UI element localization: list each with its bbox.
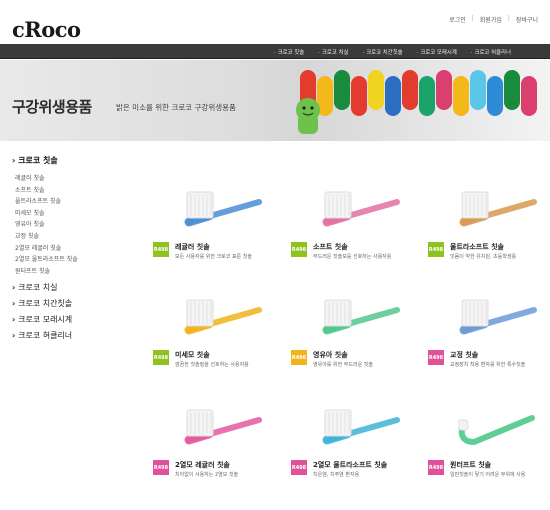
toothbrush-image <box>458 415 535 446</box>
sidebar-item-soft[interactable]: 소프트 칫솔 <box>12 185 132 197</box>
sidebar: 크로코 칫솔 레귤러 칫솔 소프트 칫솔 울트라소프트 칫솔 미세모 칫솔 영유… <box>12 155 132 341</box>
sidebar-item-orthodontic[interactable]: 교정 칫솔 <box>12 231 132 243</box>
product-code-badge: R498 <box>291 350 307 365</box>
util-separator: | <box>471 15 474 22</box>
banner-brush-handle <box>504 70 520 110</box>
product-code-badge: R498 <box>153 242 169 257</box>
banner-brush-handle <box>453 76 469 116</box>
product-code-badge: R498 <box>428 242 444 257</box>
site-logo[interactable]: cRoco <box>12 17 81 42</box>
sidebar-item-infant[interactable]: 영유아 칫솔 <box>12 219 132 231</box>
product-description: 일반칫솔이 닿기 어려운 부위에 사용 <box>450 472 526 478</box>
banner-brush-handle <box>385 76 401 116</box>
sidebar-title-toothbrush[interactable]: 크로코 칫솔 <box>12 155 132 166</box>
product-code-badge: R498 <box>153 460 169 475</box>
product-code-badge: R498 <box>428 460 444 475</box>
sidebar-item-fine[interactable]: 미세모 칫솔 <box>12 208 132 220</box>
main-nav: 크로코 칫솔 크로코 치실 크로코 치간칫솔 크로코 모래시계 크로코 혀클리너 <box>0 44 550 59</box>
toothbrush-image <box>459 299 537 335</box>
toothbrush-image <box>322 191 400 227</box>
banner-brush-handle <box>419 76 435 116</box>
product-name[interactable]: 2열모 울트라소프트 칫솔 <box>313 460 387 470</box>
sidebar-item-ultrasoft[interactable]: 울트라소프트 칫솔 <box>12 196 132 208</box>
cart-link[interactable]: 장바구니 <box>516 15 538 24</box>
product-name[interactable]: 미세모 칫솔 <box>175 350 210 360</box>
util-separator: | <box>507 15 510 22</box>
product-description: 영유아를 위한 부드러운 칫솔 <box>313 362 373 368</box>
banner-brush-handle <box>351 76 367 116</box>
banner-subtitle: 밝은 미소를 위한 크로코 구강위생용품 <box>116 103 236 112</box>
product-description: 치은염, 치주염 환자용 <box>313 472 360 478</box>
nav-item-toothbrush[interactable]: 크로코 칫솔 <box>274 48 305 56</box>
banner-brush-handle <box>521 76 537 116</box>
product-description: 잇몸이 약한 유치원, 초등학생용 <box>450 254 517 260</box>
product-card[interactable]: R498 2열모 레귤러 칫솔치아없이 사용하는 2열모 칫솔 <box>153 398 283 498</box>
login-link[interactable]: 로그인 <box>449 15 466 24</box>
product-description: 모든 사용자를 위한 크로코 표준 칫솔 <box>175 254 252 260</box>
product-card[interactable]: R498 2열모 울트라소프트 칫솔치은염, 치주염 환자용 <box>291 398 421 498</box>
sidebar-item-2row-regular[interactable]: 2열모 레귤러 칫솔 <box>12 243 132 255</box>
product-description: 부드러운 칫솔모를 선호하는 사용자용 <box>313 254 392 260</box>
product-name[interactable]: 영유아 칫솔 <box>313 350 348 360</box>
hero-banner: 구강위생용품 밝은 미소를 위한 크로코 구강위생용품 <box>0 60 550 141</box>
banner-brush-handle <box>334 70 350 110</box>
product-name[interactable]: 레귤러 칫솔 <box>175 242 210 252</box>
product-name[interactable]: 소프트 칫솔 <box>313 242 348 252</box>
sidebar-cat-hourglass[interactable]: 크로코 모래시계 <box>12 315 132 325</box>
product-card[interactable]: R498 미세모 칫솔깜끔한 칫솔질을 선호하는 사용자용 <box>153 288 283 388</box>
banner-brush-handle <box>368 70 384 110</box>
toothbrush-image <box>184 191 262 227</box>
product-code-badge: R498 <box>428 350 444 365</box>
toothbrush-image <box>184 409 262 445</box>
product-card[interactable]: R498 원터프트 칫솔일반칫솔이 닿기 어려운 부위에 사용 <box>428 398 550 498</box>
product-card[interactable]: R498 교정 칫솔교정장치 착용 환자를 위한 특수칫솔 <box>428 288 550 388</box>
sidebar-item-2row-ultrasoft[interactable]: 2열모 울트라소프트 칫솔 <box>12 254 132 266</box>
product-code-badge: R498 <box>291 460 307 475</box>
product-name[interactable]: 교정 칫솔 <box>450 350 478 360</box>
sidebar-cat-interdental[interactable]: 크로코 치간칫솔 <box>12 299 132 309</box>
sidebar-item-regular[interactable]: 레귤러 칫솔 <box>12 173 132 185</box>
sidebar-cat-tongue-cleaner[interactable]: 크로코 혀클리너 <box>12 331 132 341</box>
product-card[interactable]: R498 영유아 칫솔영유아를 위한 부드러운 칫솔 <box>291 288 421 388</box>
product-card[interactable]: R498 소프트 칫솔부드러운 칫솔모를 선호하는 사용자용 <box>291 180 421 280</box>
sidebar-cat-floss[interactable]: 크로코 치실 <box>12 283 132 293</box>
signup-link[interactable]: 회원가입 <box>480 15 502 24</box>
product-code-badge: R498 <box>291 242 307 257</box>
nav-item-floss[interactable]: 크로코 치실 <box>318 48 349 56</box>
product-name[interactable]: 2열모 레귤러 칫솔 <box>175 460 230 470</box>
banner-brush-handle <box>402 70 418 110</box>
nav-item-hourglass[interactable]: 크로코 모래시계 <box>417 48 456 56</box>
sidebar-item-onetuft[interactable]: 원터프트 칫솔 <box>12 266 132 278</box>
product-card[interactable]: R498 레귤러 칫솔모든 사용자를 위한 크로코 표준 칫솔 <box>153 180 283 280</box>
toothbrush-image <box>322 409 400 445</box>
banner-toothbrushes-image <box>300 70 550 132</box>
product-description: 깜끔한 칫솔질을 선호하는 사용자용 <box>175 362 249 368</box>
product-code-badge: R498 <box>153 350 169 365</box>
nav-item-tongue-cleaner[interactable]: 크로코 혀클리너 <box>471 48 511 56</box>
product-name[interactable]: 울트라소프트 칫솔 <box>450 242 504 252</box>
banner-brush-handle <box>470 70 486 110</box>
toothbrush-image <box>184 299 262 335</box>
mascot-image <box>296 98 320 134</box>
utility-menu: 로그인 | 회원가입 | 장바구니 <box>449 15 538 24</box>
product-description: 치아없이 사용하는 2열모 칫솔 <box>175 472 239 478</box>
banner-brush-handle <box>436 70 452 110</box>
nav-item-interdental[interactable]: 크로코 치간칫솔 <box>362 48 402 56</box>
product-name[interactable]: 원터프트 칫솔 <box>450 460 491 470</box>
product-card[interactable]: R498 울트라소프트 칫솔잇몸이 약한 유치원, 초등학생용 <box>428 180 550 280</box>
banner-title: 구강위생용품 <box>12 98 92 116</box>
toothbrush-image <box>322 299 400 335</box>
toothbrush-image <box>459 191 537 227</box>
banner-brush-handle <box>487 76 503 116</box>
product-description: 교정장치 착용 환자를 위한 특수칫솔 <box>450 362 526 368</box>
